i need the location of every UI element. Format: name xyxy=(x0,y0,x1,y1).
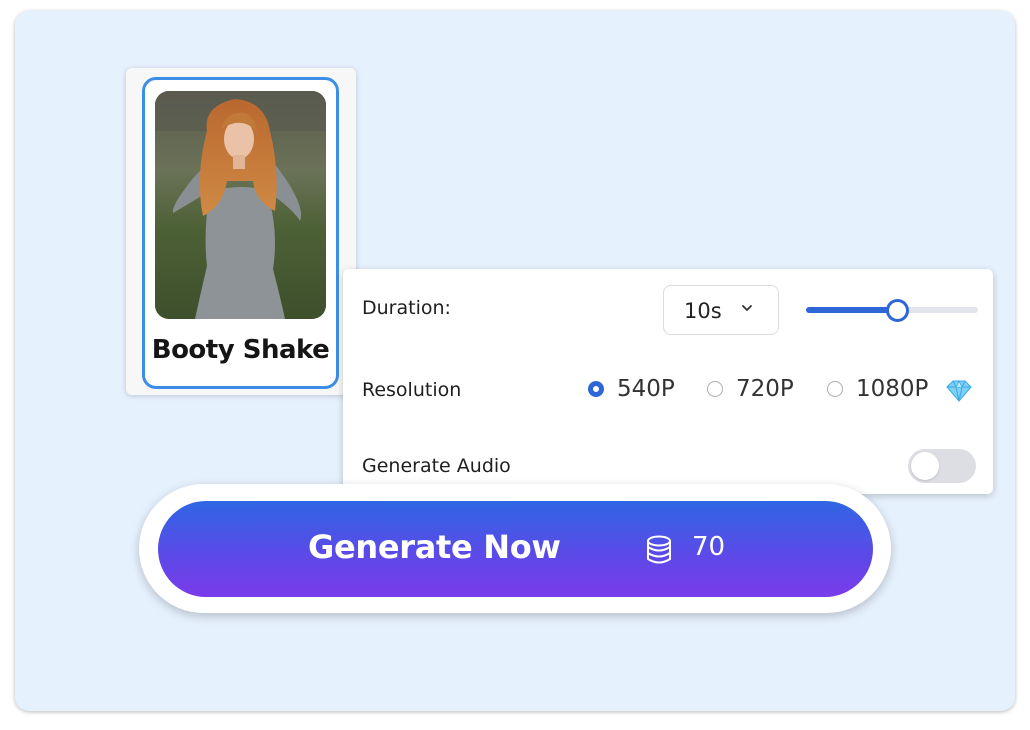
generate-label: Generate Now xyxy=(308,528,561,566)
template-title: Booty Shake xyxy=(151,335,330,365)
chevron-down-icon xyxy=(740,300,754,319)
duration-slider[interactable] xyxy=(806,299,978,322)
duration-select[interactable]: 10s xyxy=(663,285,779,335)
duration-label: Duration: xyxy=(362,297,451,319)
resolution-options: 540P 720P 1080P xyxy=(343,376,993,407)
audio-toggle[interactable] xyxy=(908,449,976,483)
template-card[interactable]: Booty Shake xyxy=(126,68,356,395)
app-canvas: Booty Shake Duration: 10s Resolution 540… xyxy=(15,11,1015,711)
toggle-knob[interactable] xyxy=(911,452,939,480)
coin-stack-icon xyxy=(645,535,673,569)
radio-unselected-icon[interactable] xyxy=(707,381,723,397)
diamond-icon xyxy=(945,379,973,407)
template-thumbnail xyxy=(155,91,326,319)
settings-panel: Duration: 10s Resolution 540P 720P 1080P… xyxy=(343,269,993,494)
template-selected-frame[interactable]: Booty Shake xyxy=(142,77,339,389)
resolution-option-label: 720P xyxy=(736,376,794,402)
resolution-option-label: 540P xyxy=(617,376,675,402)
audio-label: Generate Audio xyxy=(362,455,511,477)
radio-selected-icon[interactable] xyxy=(588,381,604,397)
generate-now-button[interactable]: Generate Now 70 xyxy=(158,501,873,597)
resolution-option-label: 1080P xyxy=(856,376,929,402)
radio-unselected-icon[interactable] xyxy=(827,381,843,397)
generate-cost: 70 xyxy=(692,532,726,562)
duration-value: 10s xyxy=(684,299,722,323)
slider-handle[interactable] xyxy=(886,299,909,322)
generate-button-container: Generate Now 70 xyxy=(139,484,891,613)
slider-fill xyxy=(806,307,897,313)
